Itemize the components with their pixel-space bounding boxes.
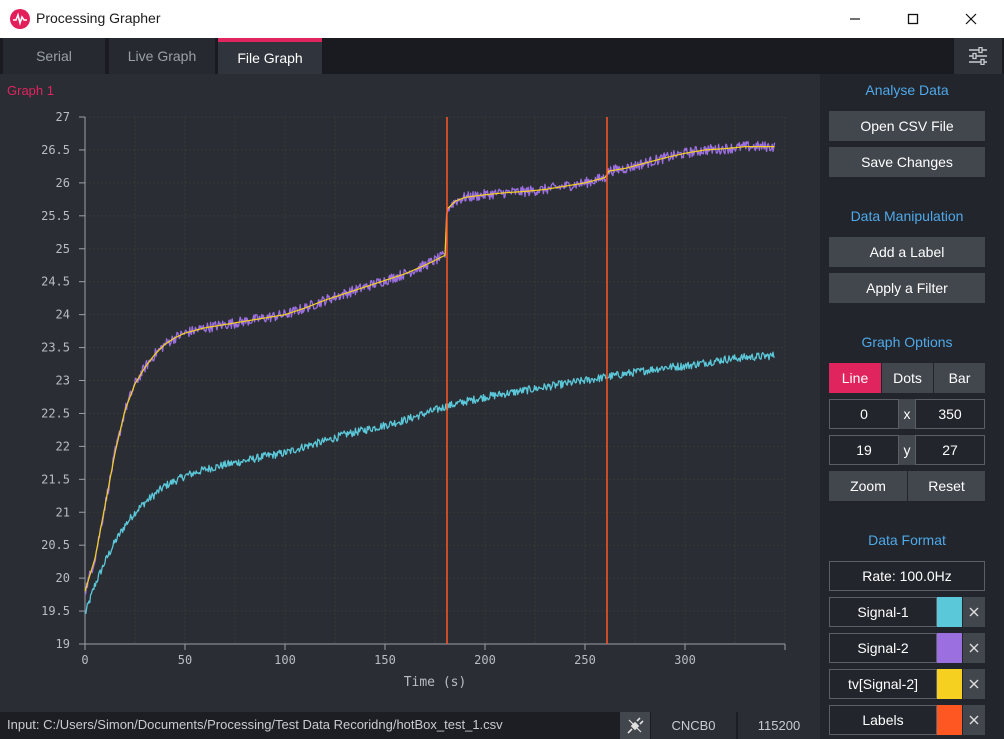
plug-disconnected-icon <box>627 716 644 734</box>
tab-live-graph[interactable]: Live Graph <box>109 38 215 74</box>
x-min-input[interactable]: 0 <box>829 399 899 429</box>
x-tick-label: 0 <box>81 653 88 667</box>
settings-button[interactable] <box>954 38 1002 74</box>
signal-name[interactable]: Labels <box>829 705 937 735</box>
remove-signal-button[interactable] <box>963 597 985 627</box>
y-tick-label: 22.5 <box>41 406 70 420</box>
sample-rate-field[interactable]: Rate: 100.0Hz <box>829 561 985 591</box>
app-window: Processing Grapher Serial Live Graph Fil… <box>0 0 1004 739</box>
connect-button[interactable] <box>620 712 650 739</box>
y-tick-label: 23 <box>56 374 70 388</box>
signal-row: tv[Signal-2] <box>829 669 985 699</box>
analyse-data-heading: Analyse Data <box>865 82 949 98</box>
save-changes-button[interactable]: Save Changes <box>829 147 985 177</box>
remove-signal-button[interactable] <box>963 669 985 699</box>
y-tick-label: 19 <box>56 637 70 651</box>
signal-color-swatch[interactable] <box>937 633 962 663</box>
add-label-button[interactable]: Add a Label <box>829 237 985 267</box>
signal-color-swatch[interactable] <box>937 705 962 735</box>
x-tick-label: 50 <box>178 653 192 667</box>
y-tick-label: 27 <box>56 110 70 124</box>
y-tick-label: 24.5 <box>41 275 70 289</box>
y-tick-label: 24 <box>56 308 70 322</box>
zoom-button[interactable]: Zoom <box>829 471 907 501</box>
y-tick-label: 23.5 <box>41 341 70 355</box>
remove-signal-button[interactable] <box>963 633 985 663</box>
y-max-input[interactable]: 27 <box>915 435 985 465</box>
series-line-1 <box>84 351 775 615</box>
y-tick-label: 20.5 <box>41 538 70 552</box>
reset-button[interactable]: Reset <box>908 471 985 501</box>
y-tick-label: 26.5 <box>41 143 70 157</box>
status-bar: Input: C:/Users/Simon/Documents/Processi… <box>0 712 820 739</box>
y-axis-label: y <box>899 435 915 465</box>
close-icon <box>969 715 979 725</box>
tab-bar: Serial Live Graph File Graph <box>0 38 1004 74</box>
open-csv-button[interactable]: Open CSV File <box>829 111 985 141</box>
signal-row: Signal-1 <box>829 597 985 627</box>
close-icon <box>969 643 979 653</box>
graph-type-dots-button[interactable]: Dots <box>882 363 933 393</box>
x-max-input[interactable]: 350 <box>915 399 985 429</box>
y-tick-label: 20 <box>56 571 70 585</box>
graph-panel[interactable]: 0 50 100 150 200 250 300 19 19.5 20 20.5 21 21.5 22 22… <box>0 74 820 712</box>
sliders-icon <box>969 47 987 65</box>
x-tick-label: 100 <box>274 653 296 667</box>
maximize-icon <box>907 13 919 25</box>
tab-file-graph[interactable]: File Graph <box>218 38 322 74</box>
graph-label: Graph 1 <box>7 83 54 98</box>
graph-type-bar-button[interactable]: Bar <box>934 363 985 393</box>
graph-type-line-button[interactable]: Line <box>829 363 881 393</box>
title-bar: Processing Grapher <box>0 0 1004 38</box>
minimize-button[interactable] <box>826 0 884 38</box>
signal-row: Labels <box>829 705 985 735</box>
baud-rate-button[interactable]: 115200 <box>737 712 820 739</box>
maximize-button[interactable] <box>884 0 942 38</box>
x-tick-label: 150 <box>374 653 396 667</box>
signal-name[interactable]: tv[Signal-2] <box>829 669 937 699</box>
y-tick-label: 19.5 <box>41 604 70 618</box>
signal-name[interactable]: Signal-2 <box>829 633 937 663</box>
window-title: Processing Grapher <box>36 10 161 26</box>
close-button[interactable] <box>942 0 1000 38</box>
close-icon <box>965 13 977 25</box>
file-graph-chart[interactable]: 0 50 100 150 200 250 300 19 19.5 20 20.5 21 21.5 22 22… <box>0 74 820 712</box>
data-manipulation-heading: Data Manipulation <box>850 208 964 224</box>
y-tick-label: 26 <box>56 176 70 190</box>
tab-serial[interactable]: Serial <box>3 38 105 74</box>
x-tick-label: 300 <box>674 653 696 667</box>
y-tick-label: 22 <box>56 439 70 453</box>
signal-name[interactable]: Signal-1 <box>829 597 937 627</box>
app-logo-icon <box>10 9 30 29</box>
signal-row: Signal-2 <box>829 633 985 663</box>
data-format-heading: Data Format <box>868 532 946 548</box>
y-tick-label: 25 <box>56 242 70 256</box>
x-axis-title: Time (s) <box>404 675 467 690</box>
y-tick-label: 21.5 <box>41 472 70 486</box>
sidebar: Analyse Data Open CSV File Save Changes … <box>824 74 1004 739</box>
serial-port-button[interactable]: CNCB0 <box>650 712 736 739</box>
x-tick-label: 200 <box>474 653 496 667</box>
close-icon <box>969 607 979 617</box>
x-tick-label: 250 <box>574 653 596 667</box>
signal-color-swatch[interactable] <box>937 597 962 627</box>
remove-signal-button[interactable] <box>963 705 985 735</box>
apply-filter-button[interactable]: Apply a Filter <box>829 273 985 303</box>
signal-color-swatch[interactable] <box>937 669 962 699</box>
close-icon <box>969 679 979 689</box>
minimize-icon <box>850 18 860 20</box>
x-axis-label: x <box>899 399 915 429</box>
input-file-path: Input: C:/Users/Simon/Documents/Processi… <box>7 717 503 732</box>
graph-options-heading: Graph Options <box>861 334 953 350</box>
y-tick-label: 25.5 <box>41 209 70 223</box>
y-min-input[interactable]: 19 <box>829 435 899 465</box>
y-tick-label: 21 <box>56 505 70 519</box>
